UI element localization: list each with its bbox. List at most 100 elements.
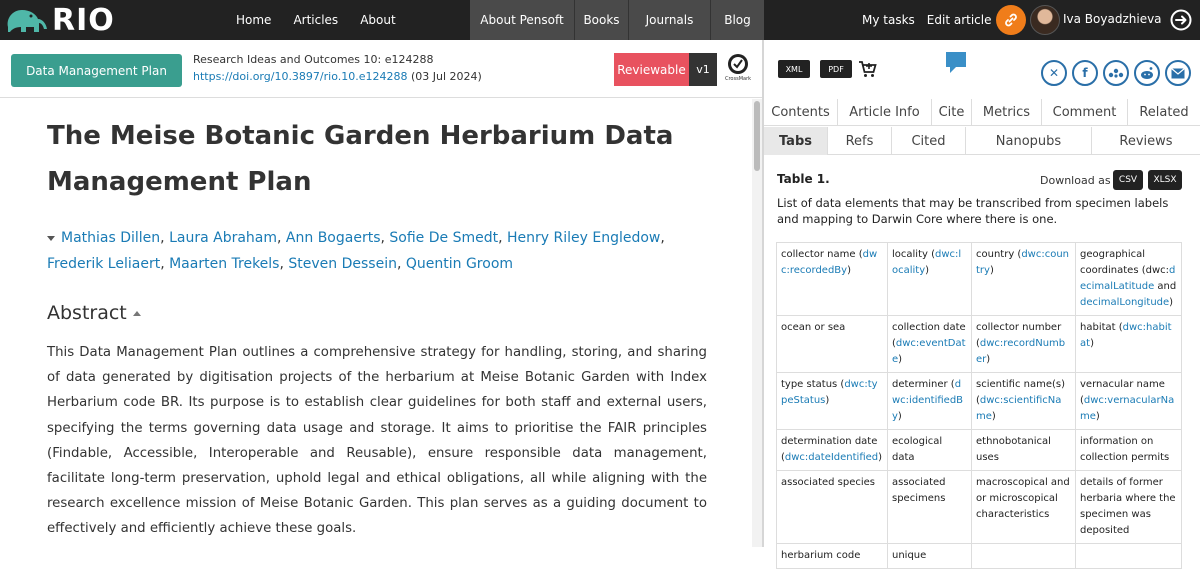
tab-nanopubs[interactable]: Nanopubs bbox=[966, 127, 1092, 155]
table-row: herbarium code unique bbox=[776, 543, 1182, 569]
table-row: determination date (dwc:dateIdentified) e… bbox=[776, 429, 1182, 471]
link-icon bbox=[1005, 13, 1017, 27]
cell-text: and bbox=[1154, 281, 1177, 292]
logout-button[interactable] bbox=[1170, 9, 1192, 31]
facebook-icon: f bbox=[1082, 66, 1088, 80]
author-link[interactable]: Laura Abraham bbox=[169, 230, 277, 246]
dwc-term-link[interactable]: dwc:vernacularName bbox=[1080, 395, 1174, 422]
abstract-heading-text: Abstract bbox=[47, 302, 127, 324]
nav-journals[interactable]: Journals bbox=[629, 0, 711, 40]
tab-related[interactable]: Related bbox=[1128, 99, 1200, 126]
doi-line: https://doi.org/10.3897/rio.10.e124288 (… bbox=[193, 70, 482, 83]
cell-text: details of former herbaria where the spe… bbox=[1080, 477, 1176, 536]
share-email-button[interactable] bbox=[1165, 60, 1191, 86]
xml-download-button[interactable]: XML bbox=[778, 60, 810, 78]
share-x-button[interactable]: ✕ bbox=[1041, 60, 1067, 86]
cell-text: information on collection permits bbox=[1080, 436, 1170, 463]
comment-button[interactable] bbox=[944, 50, 968, 80]
table-cell: country (dwc:country) bbox=[971, 242, 1076, 316]
table-cell: ecological data bbox=[887, 429, 972, 471]
cell-text: ) bbox=[1095, 411, 1100, 422]
table-cell: collector name (dwc:recordedBy) bbox=[776, 242, 888, 316]
main-nav: Home Articles About bbox=[236, 0, 418, 40]
author-link[interactable]: Henry Riley Engledow bbox=[507, 230, 660, 246]
dwc-term-link[interactable]: dwc:dateIdentified bbox=[785, 452, 878, 463]
author-link[interactable]: Maarten Trekels bbox=[169, 256, 279, 272]
rio-logo[interactable]: RIO bbox=[4, 2, 126, 38]
author-link[interactable]: Ann Bogaerts bbox=[286, 230, 381, 246]
tab-article-info[interactable]: Article Info bbox=[838, 99, 932, 126]
table-cell: ethnobotanical uses bbox=[971, 429, 1076, 471]
table-row: ocean or sea collection date (dwc:eventDa… bbox=[776, 315, 1182, 373]
author-link[interactable]: Sofie De Smedt bbox=[389, 230, 498, 246]
nav-about[interactable]: About bbox=[360, 13, 395, 27]
cell-text: ecological data bbox=[892, 436, 943, 463]
tab-reviews[interactable]: Reviews bbox=[1092, 127, 1200, 155]
cell-text: determiner ( bbox=[892, 379, 955, 390]
nav-about-pensoft[interactable]: About Pensoft bbox=[470, 0, 575, 40]
tab-metrics[interactable]: Metrics bbox=[972, 99, 1042, 126]
user-avatar[interactable] bbox=[1030, 5, 1060, 35]
data-elements-table: collector name (dwc:recordedBy) locality … bbox=[776, 242, 1182, 569]
mendeley-icon bbox=[1108, 68, 1124, 78]
crossmark-icon bbox=[728, 54, 748, 74]
share-mendeley-button[interactable] bbox=[1103, 60, 1129, 86]
dwc-term-link[interactable]: dwc:eventDate bbox=[892, 338, 966, 365]
author-link[interactable]: Steven Dessein bbox=[288, 256, 397, 272]
cell-text: ) bbox=[878, 452, 883, 463]
link-button[interactable] bbox=[996, 5, 1026, 35]
tab-comment[interactable]: Comment bbox=[1042, 99, 1128, 126]
nav-edit-article[interactable]: Edit article bbox=[927, 13, 992, 27]
table-cell: information on collection permits bbox=[1075, 429, 1182, 471]
nav-articles[interactable]: Articles bbox=[293, 13, 338, 27]
user-name[interactable]: Iva Boyadzhieva bbox=[1063, 12, 1162, 26]
cell-text: locality ( bbox=[892, 249, 935, 260]
logout-icon bbox=[1170, 9, 1192, 31]
csv-download-button[interactable]: CSV bbox=[1113, 170, 1143, 190]
nav-books[interactable]: Books bbox=[575, 0, 629, 40]
abstract-text: This Data Management Plan outlines a com… bbox=[47, 345, 707, 537]
nav-home[interactable]: Home bbox=[236, 13, 271, 27]
cell-text: unique bbox=[892, 550, 927, 561]
cell-text: ocean or sea bbox=[781, 322, 846, 333]
author-link[interactable]: Quentin Groom bbox=[406, 256, 513, 272]
version-badge[interactable]: v1 bbox=[689, 53, 717, 86]
table-cell: unique bbox=[887, 543, 972, 569]
pdf-download-button[interactable]: PDF bbox=[820, 60, 852, 78]
cell-text: macroscopical and or microscopical chara… bbox=[976, 477, 1070, 520]
article-scrollbar-thumb[interactable] bbox=[754, 101, 760, 171]
nav-blog[interactable]: Blog bbox=[711, 0, 764, 40]
cell-text: ) bbox=[986, 354, 991, 365]
collapse-abstract-icon[interactable] bbox=[132, 310, 141, 316]
share-reddit-button[interactable] bbox=[1134, 60, 1160, 86]
doi-link[interactable]: https://doi.org/10.3897/rio.10.e124288 bbox=[193, 70, 408, 83]
abstract-heading[interactable]: Abstract bbox=[47, 302, 141, 324]
tab-contents[interactable]: Contents bbox=[764, 99, 838, 126]
cell-text: associated specimens bbox=[892, 477, 946, 504]
reviewable-button[interactable]: Reviewable bbox=[614, 53, 689, 86]
cell-text: type status ( bbox=[781, 379, 845, 390]
table-description: List of data elements that may be transc… bbox=[777, 196, 1169, 226]
share-facebook-button[interactable]: f bbox=[1072, 60, 1098, 86]
xlsx-download-button[interactable]: XLSX bbox=[1148, 170, 1182, 190]
table-cell: associated species bbox=[776, 470, 888, 544]
collapse-authors-icon[interactable] bbox=[47, 235, 55, 241]
crossmark-badge[interactable]: CrossMark bbox=[725, 53, 751, 86]
cell-text: geographical coordinates (dwc: bbox=[1080, 249, 1170, 276]
cell-text: ) bbox=[898, 354, 903, 365]
dwc-term-link[interactable]: dwc:scientificName bbox=[976, 395, 1061, 422]
author-link[interactable]: Mathias Dillen bbox=[61, 230, 160, 246]
tab-cited[interactable]: Cited bbox=[892, 127, 966, 155]
order-print-button[interactable] bbox=[858, 59, 878, 83]
article-type-button[interactable]: Data Management Plan bbox=[11, 54, 182, 87]
tab-cite[interactable]: Cite bbox=[932, 99, 972, 126]
author-list: Mathias Dillen, Laura Abraham, Ann Bogae… bbox=[47, 230, 665, 272]
nav-my-tasks[interactable]: My tasks bbox=[862, 13, 915, 27]
author-link[interactable]: Frederik Leliaert bbox=[47, 256, 160, 272]
tab-tables[interactable]: Tabs bbox=[764, 127, 828, 155]
comment-icon bbox=[946, 52, 966, 73]
dwc-term-link[interactable]: decimalLongitude bbox=[1080, 297, 1169, 308]
tab-refs[interactable]: Refs bbox=[828, 127, 892, 155]
article-title: The Meise Botanic Garden Herbarium Data … bbox=[47, 121, 674, 197]
table-cell: associated specimens bbox=[887, 470, 972, 544]
